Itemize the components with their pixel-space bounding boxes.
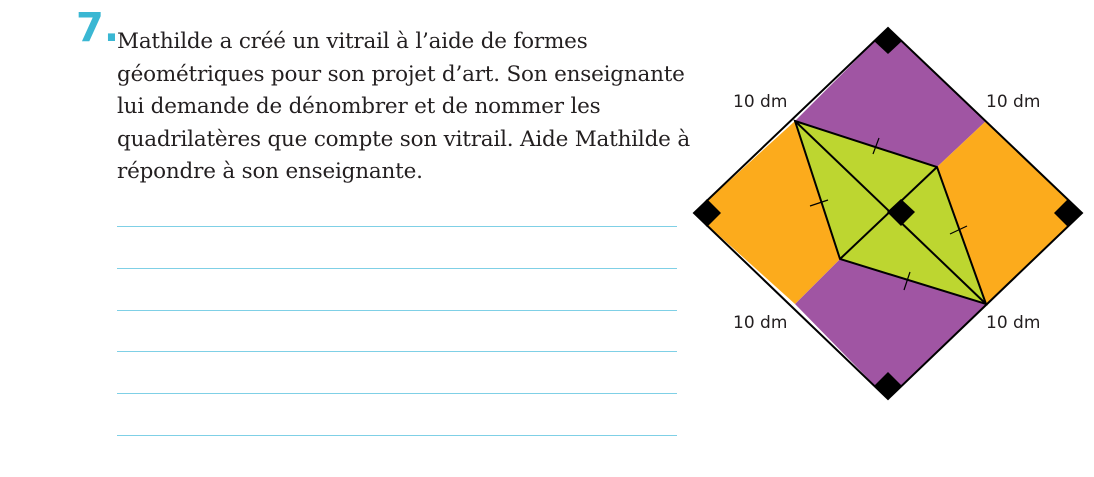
stained-glass-figure: 10 dm 10 dm 10 dm 10 dm bbox=[692, 26, 1084, 401]
label-bottom-left: 10 dm bbox=[733, 313, 787, 333]
label-top-right: 10 dm bbox=[986, 92, 1040, 112]
label-bottom-right: 10 dm bbox=[986, 313, 1040, 333]
label-top-left: 10 dm bbox=[733, 92, 787, 112]
